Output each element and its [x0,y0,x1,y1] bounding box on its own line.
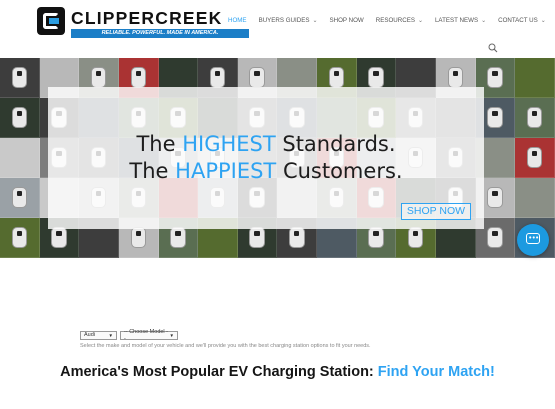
select-arrow-icon: ▼ [169,333,174,338]
charger-photo-tile [515,98,555,138]
nav-latest-news-label: LATEST NEWS [434,16,479,24]
selector-helper-text: Select the make and model of your vehicl… [80,343,371,349]
model-select[interactable]: -- Choose Model -- ▼ [120,328,178,342]
clippercreek-logo[interactable]: CLIPPERCREEK RELIABLE. POWERFUL. MADE IN… [37,7,249,38]
chevron-down-icon: ⌄ [540,17,546,24]
nav-shop-now-label: SHOP NOW [329,16,364,24]
main-nav: HOME BUYERS GUIDES ⌄ SHOP NOW RESOURCES … [228,14,555,26]
headline-line1-prefix: The [136,132,183,156]
chevron-down-icon: ⌄ [417,17,423,24]
logo-tagline: RELIABLE. POWERFUL. MADE IN AMERICA. [71,29,249,38]
nav-shop-now[interactable]: SHOP NOW [329,14,363,26]
nav-resources[interactable]: RESOURCES ⌄ [376,14,423,26]
logo-mark-icon [37,7,65,35]
nav-home-label: HOME [228,16,247,24]
chat-icon[interactable]: ••• [517,224,549,256]
hero-banner: The HIGHEST Standards. The HAPPIEST Cust… [0,58,555,258]
shop-now-button[interactable]: SHOP NOW [401,203,471,220]
chevron-down-icon: ⌄ [481,17,487,24]
nav-buyers-guides-label: BUYERS GUIDES [258,16,310,24]
headline-highlight-happiest: HAPPIEST [175,159,277,183]
logo-name: CLIPPERCREEK [71,8,223,28]
site-header: CLIPPERCREEK RELIABLE. POWERFUL. MADE IN… [0,0,555,58]
make-select-value: Audi [84,332,96,338]
section-headline-prefix: America's Most Popular EV Charging Stati… [60,364,378,380]
chevron-down-icon: ⌄ [312,17,318,24]
search-icon[interactable] [488,43,498,53]
nav-latest-news[interactable]: LATEST NEWS ⌄ [435,14,486,26]
section-headline: America's Most Popular EV Charging Stati… [0,364,555,380]
select-arrow-icon: ▼ [108,333,113,338]
model-select-value: -- Choose Model -- [124,328,169,342]
section-headline-highlight: Find Your Match! [377,364,495,380]
hero-headline: The HIGHEST Standards. The HAPPIEST Cust… [48,131,484,185]
charger-photo-tile [0,178,40,218]
nav-contact-us[interactable]: CONTACT US ⌄ [498,14,546,26]
headline-line2-suffix: Customers. [276,159,403,183]
charger-photo-tile [515,138,555,178]
charger-photo-tile [0,58,40,98]
charger-photo-tile [515,178,555,218]
charger-photo-tile [0,138,40,178]
nav-home[interactable]: HOME [228,14,247,26]
charger-photo-tile [515,58,555,98]
headline-line1-suffix: Standards. [275,132,396,156]
charger-photo-tile [0,218,40,258]
nav-resources-label: RESOURCES [375,16,415,24]
charger-photo-tile [0,98,40,138]
make-select[interactable]: Audi ▼ [80,331,117,340]
vehicle-selector: Audi ▼ -- Choose Model -- ▼ [80,328,178,342]
nav-contact-us-label: CONTACT US [498,16,538,24]
headline-line2-prefix: The [129,159,176,183]
nav-buyers-guides[interactable]: BUYERS GUIDES ⌄ [259,14,318,26]
headline-highlight-highest: HIGHEST [182,132,276,156]
